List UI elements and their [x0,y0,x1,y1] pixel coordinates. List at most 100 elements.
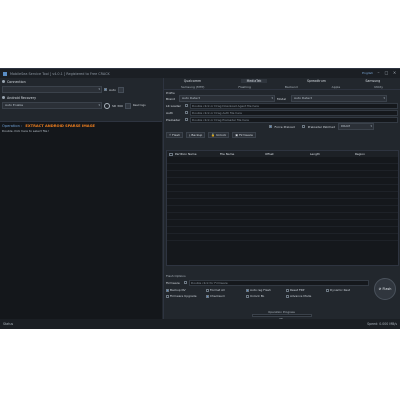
tab-samsung-mtp[interactable]: Samsung (MTP) [181,85,204,89]
option-advance-mode[interactable]: Advance Mode [286,294,320,298]
table-row[interactable] [167,192,398,199]
connection-section: Connection [0,78,162,85]
preloader-label: Preloader [166,117,181,122]
app-logo-icon [3,71,7,76]
connection-select[interactable] [2,86,102,93]
language-link[interactable]: English [362,71,373,75]
option-checkbox[interactable] [286,288,289,292]
flash-action-label: Flash [172,132,180,137]
tab-samsung[interactable]: Samsung [365,79,380,83]
log-operation-name: EXTRACT ANDROID SPARSE IMAGE [25,124,95,128]
option-checkbox[interactable] [246,294,249,298]
auth-input[interactable]: Double click or Drag Auth file here [190,109,398,116]
preloader-checkbox[interactable] [185,118,188,121]
col-offset[interactable]: Offset [263,152,308,156]
check-icon[interactable] [104,102,110,109]
main-flash-button[interactable]: ⊘ Flash [374,278,396,300]
title-bar: MobileSea Service Tool [ v4.0.1 ] Regist… [0,69,400,78]
auto-label: Auto [109,87,116,92]
backup-action-label: Backup [191,132,203,137]
tab-flashing[interactable]: Flashing [238,85,251,89]
option-checkbox[interactable] [206,288,209,292]
android-mode-select[interactable]: Auto Enable [2,102,102,109]
table-row[interactable] [167,227,398,234]
lk-loader-label: LK Loader [166,103,181,108]
model-select[interactable]: Auto Detect [291,95,387,102]
preloader-input[interactable]: Double click or Drag Preloader file here [190,116,398,123]
flash-button[interactable]: ⚡ Flash [166,131,183,138]
status-label: Status [3,322,14,326]
flash-options-title: Flash Options [166,274,186,278]
col-length[interactable]: Length [308,152,353,156]
option-firmware-upgrade[interactable]: Firmware Upgrade [166,294,200,298]
option-checkbox[interactable] [286,294,289,298]
option-dynamic-rest[interactable]: Dynamic Rest [326,288,360,292]
maximize-icon[interactable]: □ [384,70,389,75]
minimize-icon[interactable]: – [376,70,381,75]
model-label: Model [277,96,287,101]
option-checkbox[interactable] [166,294,169,298]
option-label: Advance Mode [290,294,312,298]
tab-spreadtrum[interactable]: Spreadtrum [307,79,326,83]
firmware-label: Firmware [166,280,180,285]
table-row[interactable] [167,185,398,192]
force-preload-checkbox[interactable] [268,125,272,128]
tab-utility[interactable]: Utility [374,85,383,89]
table-row[interactable] [167,199,398,206]
partition-table[interactable]: Partition Name File Name Offset Length R… [166,150,399,266]
backup-icon: ⤓ [188,132,191,137]
main-flash-label: Flash [382,287,392,291]
tab-qualcomm[interactable]: Qualcomm [184,79,201,83]
brand-label: Brand [166,96,175,101]
table-row[interactable] [167,164,398,171]
mediatek-form: Profile Brand Auto Detect Model Auto Det… [164,90,400,139]
operation-progress: Operation Progress 0% [163,310,400,321]
option-checksum[interactable]: Checksum [206,294,240,298]
status-bar: Status Speed: 0.000 MB/s [0,319,400,329]
auto-checkbox[interactable] [104,88,107,91]
backup-button[interactable]: ⤓ Backup [185,131,206,138]
option-auto-reg-flash[interactable]: Auto reg Flash [246,288,280,292]
unlock-button[interactable]: 🔓 Unlock [208,131,230,138]
option-checkbox[interactable] [246,288,249,292]
option-checkbox[interactable] [326,288,329,292]
firmware-icon: ▣ [235,132,239,137]
table-row[interactable] [167,171,398,178]
tab-mediatek[interactable]: MediaTek [240,79,268,83]
option-unlock-bl[interactable]: Unlock BL [246,294,280,298]
close-icon[interactable]: × [392,70,397,75]
option-label: Checksum [210,294,226,298]
option-format-all[interactable]: Format All [206,288,240,292]
col-file-name[interactable]: File Name [218,152,263,156]
tab-apple[interactable]: Apple [332,85,341,89]
option-checkbox[interactable] [166,288,169,292]
firmware-checkbox[interactable] [184,281,187,284]
right-panel: Qualcomm MediaTek Spreadtrum Samsung Sam… [163,78,400,319]
brand-select[interactable]: Auto Detect [179,95,275,102]
adb-label[interactable]: SD 300 [112,104,123,108]
preloader-mode-select[interactable]: DRAM [338,123,374,130]
android-section-label: Android Recovery [7,95,37,100]
auth-checkbox[interactable] [185,111,188,114]
tab-backend[interactable]: Backend [285,85,298,89]
lk-loader-checkbox[interactable] [185,104,188,107]
col-partition-name[interactable]: Partition Name [173,152,218,156]
log-output[interactable]: Operation : EXTRACT ANDROID SPARSE IMAGE… [0,121,162,319]
table-row[interactable] [167,206,398,213]
read-logs-button[interactable] [124,102,131,109]
flash-icon: ⚡ [169,132,172,137]
table-row[interactable] [167,213,398,220]
firmware-input[interactable]: Double click for Firmware [189,279,369,286]
lk-loader-input[interactable]: Double click or Drag Download Agent file… [190,102,398,109]
table-row[interactable] [167,220,398,227]
option-backup-nv[interactable]: Backup NV [166,288,200,292]
table-row[interactable] [167,157,398,164]
option-checkbox[interactable] [206,294,209,298]
table-row[interactable] [167,178,398,185]
firmware-button[interactable]: ▣ Firmware [232,131,256,138]
option-reset-frp[interactable]: Reset FRP [286,288,320,292]
refresh-button[interactable] [117,86,124,93]
col-region[interactable]: Region [353,152,398,156]
table-row[interactable] [167,234,398,241]
preloader-patched-checkbox[interactable] [301,125,305,128]
